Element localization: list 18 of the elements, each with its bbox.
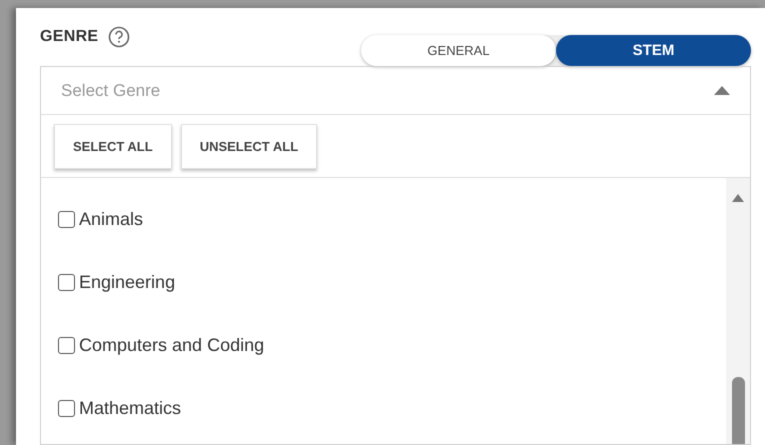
toggle-tab[interactable]: STEM	[556, 34, 751, 66]
scroll-up-icon[interactable]	[732, 194, 744, 202]
help-icon[interactable]	[108, 26, 130, 48]
scrollbar-thumb[interactable]	[732, 377, 744, 444]
genre-select-field[interactable]: Select Genre	[59, 80, 714, 102]
option-label: Computers and Coding	[79, 335, 264, 356]
option-label: Animals	[79, 209, 144, 230]
select-button[interactable]: UNSELECT ALL	[180, 124, 318, 169]
genre-label: GENRE	[40, 28, 98, 46]
select-button[interactable]: SELECT ALL	[54, 124, 172, 169]
option-label: Engineering	[79, 272, 176, 293]
checkbox[interactable]	[58, 337, 75, 354]
toggle-tab[interactable]: GENERAL	[361, 34, 556, 66]
checkbox[interactable]	[58, 211, 75, 228]
option-label: Mathematics	[79, 398, 182, 419]
checkbox[interactable]	[58, 400, 75, 417]
checkbox[interactable]	[58, 274, 75, 291]
caret-icon[interactable]	[714, 86, 730, 95]
